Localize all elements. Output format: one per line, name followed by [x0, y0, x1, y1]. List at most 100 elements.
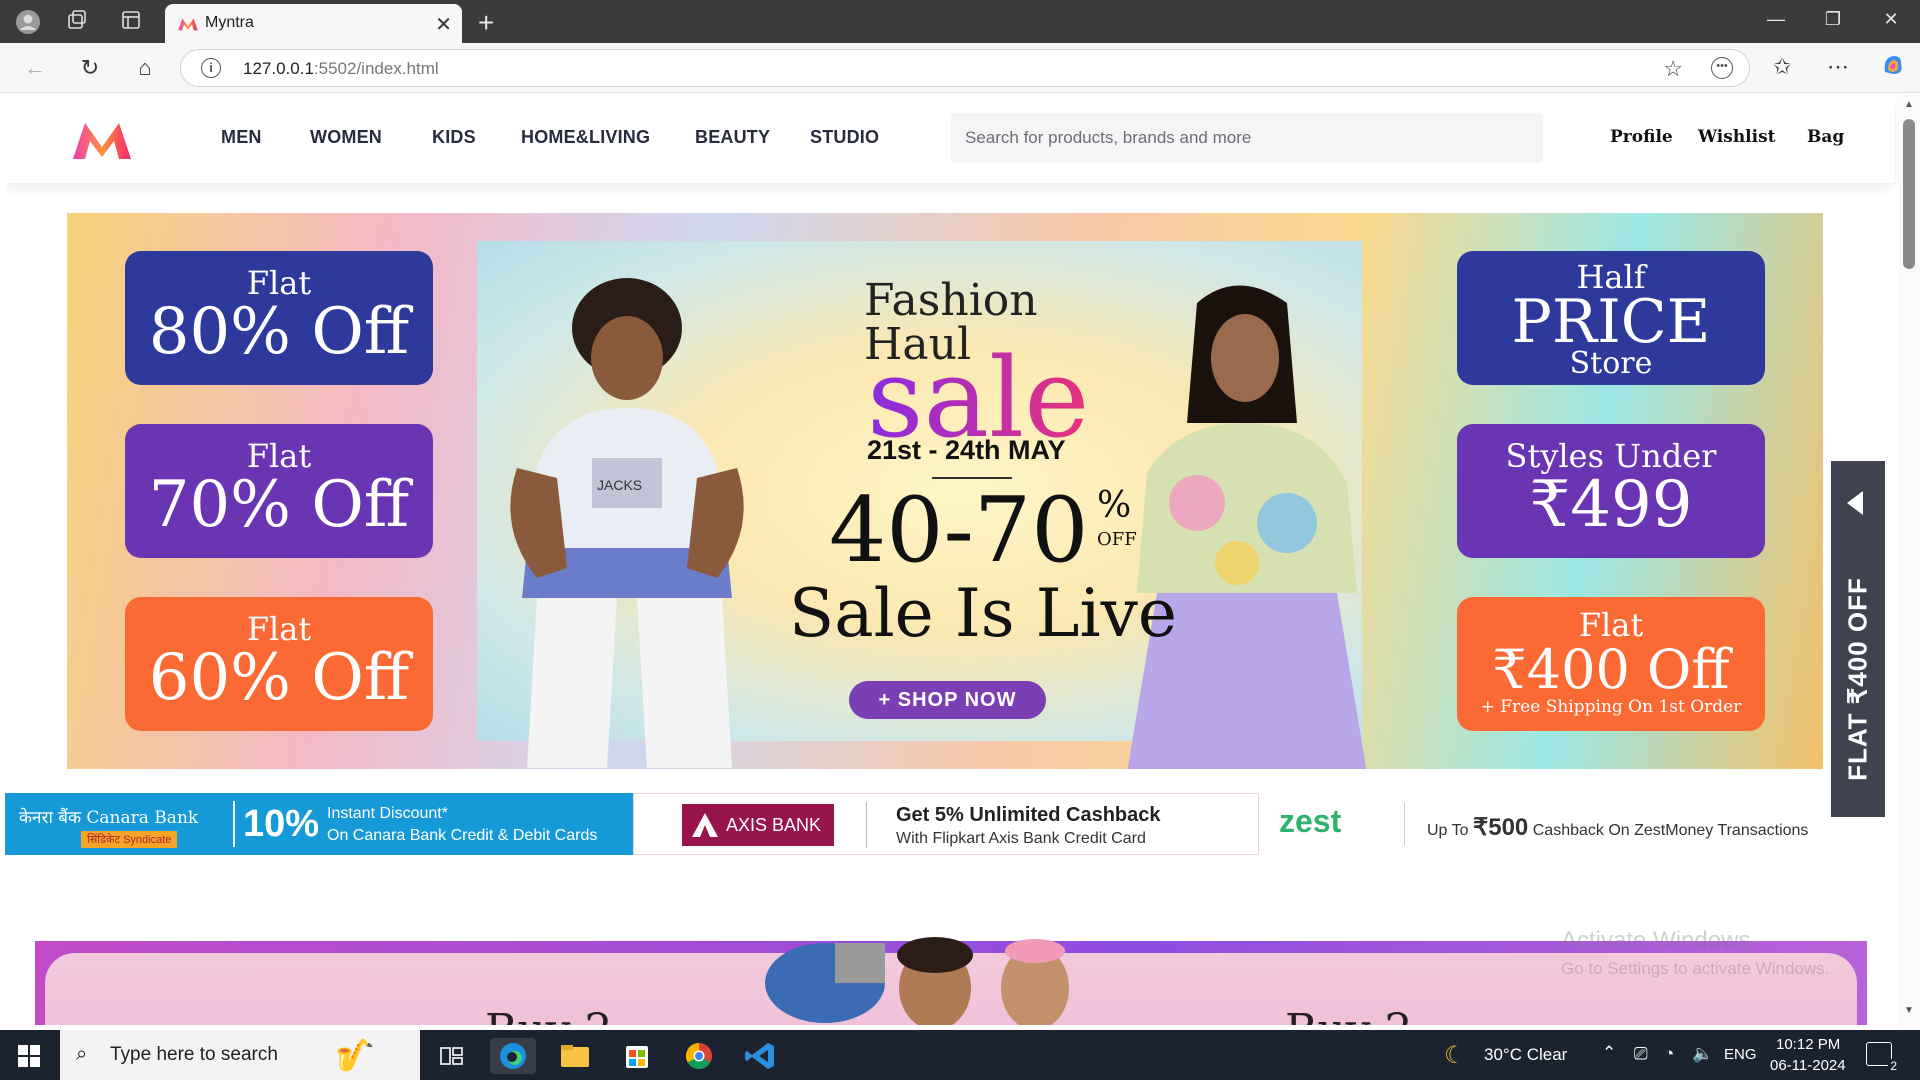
home-icon[interactable]: ⌂ [130, 54, 160, 82]
site-header: MEN WOMEN KIDS HOME&LIVING BEAUTY STUDIO… [5, 95, 1895, 183]
address-bar-row: ← ↻ ⌂ i 127.0.0.1:5502/index.html ☆ ••• … [0, 43, 1920, 93]
search-input[interactable] [951, 113, 1543, 163]
nav-kids[interactable]: KIDS [432, 127, 476, 148]
site-info-icon[interactable]: i [201, 58, 221, 78]
scroll-thumb[interactable] [1903, 119, 1915, 269]
back-icon[interactable]: ← [20, 54, 50, 82]
network-icon[interactable]: ◔ [1664, 1044, 1674, 1064]
profile-link[interactable]: Profile [1610, 127, 1673, 147]
offer-flat-400[interactable]: Flat ₹400 Off + Free Shipping On 1st Ord… [1457, 597, 1765, 731]
offer-flat-80[interactable]: Flat 80% Off [125, 251, 433, 385]
wishlist-link[interactable]: Wishlist [1698, 127, 1776, 147]
new-tab-icon[interactable]: + [478, 7, 494, 39]
fashion-line: Fashion [864, 275, 1038, 326]
canara-percent: 10% [243, 803, 320, 845]
male-model-image: JACKS [510, 278, 744, 768]
meet-icon[interactable]: ⎚ [1634, 1044, 1648, 1064]
url-host: 127.0.0.1 [243, 59, 314, 78]
shop-now-button[interactable]: + SHOP NOW [849, 681, 1046, 719]
weather-text[interactable]: 30°C Clear [1484, 1045, 1567, 1065]
reload-icon[interactable]: ↻ [75, 54, 105, 82]
discount-range: 40-70 [829, 478, 1089, 583]
settings-more-icon[interactable]: ⋯ [1827, 54, 1849, 80]
tshirt-print-text: JACKS [597, 477, 642, 493]
language-indicator[interactable]: ENG [1724, 1046, 1757, 1063]
hero-banner[interactable]: Flat 80% Off Flat 70% Off Flat 60% Off J… [67, 213, 1823, 769]
browser-essentials-icon[interactable]: ••• [1711, 57, 1733, 79]
axis-line2: With Flipkart Axis Bank Credit Card [896, 830, 1146, 847]
flat-400-off-side-tab[interactable]: FLAT ₹400 OFF [1831, 461, 1885, 817]
microsoft-store-icon[interactable] [614, 1038, 660, 1074]
page-scrollbar[interactable]: ▲ ▼ [1899, 95, 1920, 1025]
collapse-arrow-icon[interactable] [1847, 491, 1863, 515]
windows-start-icon[interactable] [18, 1045, 40, 1067]
offer-value: PRICE [1511, 287, 1711, 357]
minimize-icon[interactable]: — [1756, 9, 1796, 30]
scroll-up-icon[interactable]: ▲ [1904, 99, 1914, 110]
volume-icon[interactable]: 🔈 [1692, 1044, 1713, 1064]
notifications-icon[interactable]: 2 [1866, 1042, 1899, 1073]
offer-label: Flat [246, 610, 312, 648]
zest-money-offer[interactable]: zest Up To ₹500 Cashback On ZestMoney Tr… [1259, 793, 1894, 855]
favorites-icon[interactable]: ✩ [1773, 54, 1791, 80]
nav-studio[interactable]: STUDIO [810, 127, 879, 148]
tray-overflow-icon[interactable]: ⌃ [1602, 1043, 1616, 1063]
buy-2-text-right: Buy 2 [1285, 1005, 1413, 1025]
favorite-star-icon[interactable]: ☆ [1663, 56, 1683, 82]
offer-value: ₹499 [1529, 468, 1693, 542]
buy-2-text: Buy 2 [485, 1005, 613, 1025]
address-bar[interactable]: i 127.0.0.1:5502/index.html ☆ ••• [180, 49, 1750, 87]
offer-sub: + Free Shipping On 1st Order [1480, 697, 1742, 717]
chrome-icon[interactable] [676, 1038, 722, 1074]
tab-close-icon[interactable]: ✕ [435, 12, 452, 37]
tab-actions-icon[interactable] [118, 9, 144, 35]
nav-beauty[interactable]: BEAUTY [695, 127, 770, 148]
edge-taskbar-icon[interactable] [490, 1038, 536, 1074]
bag-link[interactable]: Bag [1807, 127, 1844, 147]
syndicate-label: सिंडिकेट Syndicate [81, 831, 178, 848]
zest-offer-text: Up To ₹500 Cashback On ZestMoney Transac… [1427, 813, 1808, 842]
file-explorer-icon[interactable] [552, 1038, 598, 1074]
restore-icon[interactable]: ❐ [1813, 9, 1853, 30]
workspaces-icon[interactable] [64, 9, 90, 35]
discount-suffix: % OFF [1097, 488, 1137, 557]
zest-rest: Cashback On ZestMoney Transactions [1532, 822, 1809, 839]
models-image [765, 937, 1069, 1025]
canara-bank-offer[interactable]: केनरा बैंक Canara Bank सिंडिकेट Syndicat… [5, 793, 633, 855]
offer-styles-under-499[interactable]: Styles Under ₹499 [1457, 424, 1765, 558]
offer-value: 80% Off [148, 295, 410, 369]
scroll-down-icon[interactable]: ▼ [1904, 1005, 1914, 1016]
sale-dates: 21st - 24th MAY [867, 435, 1066, 465]
offer-label: Styles Under [1505, 437, 1717, 475]
vscode-icon[interactable] [738, 1038, 784, 1074]
zest-divider [1404, 803, 1405, 845]
zest-amount: ₹500 [1472, 814, 1529, 841]
taskbar-search-box[interactable]: ⌕ Type here to search 🎷 [60, 1030, 420, 1080]
canara-divider [233, 801, 235, 847]
close-window-icon[interactable]: ✕ [1871, 9, 1911, 30]
nav-men[interactable]: MEN [221, 127, 262, 148]
canara-line2: On Canara Bank Credit & Debit Cards [327, 827, 598, 844]
activate-windows-title: Activate Windows [1561, 927, 1751, 954]
notification-count: 2 [1888, 1059, 1899, 1073]
url-path: :5502/index.html [313, 59, 439, 78]
weather-icon[interactable]: ☾ [1444, 1041, 1466, 1070]
nav-home-living[interactable]: HOME&LIVING [521, 127, 650, 148]
task-view-icon[interactable] [428, 1038, 474, 1074]
offer-flat-70[interactable]: Flat 70% Off [125, 424, 433, 558]
myntra-logo[interactable] [69, 117, 135, 163]
url-text[interactable]: 127.0.0.1:5502/index.html [243, 59, 439, 79]
axis-bank-offer[interactable]: AXIS BANK Get 5% Unlimited Cashback With… [633, 793, 1259, 855]
copilot-icon[interactable] [1880, 52, 1906, 84]
offer-flat-60[interactable]: Flat 60% Off [125, 597, 433, 731]
offer-half-price[interactable]: Half PRICE Store [1457, 251, 1765, 385]
nav-women[interactable]: WOMEN [310, 127, 382, 148]
off-label: OFF [1097, 529, 1137, 550]
clock-date[interactable]: 06-11-2024 [1770, 1057, 1846, 1074]
canara-bank-name: केनरा बैंक Canara Bank [19, 808, 199, 828]
clock-time[interactable]: 10:12 PM [1776, 1036, 1840, 1053]
profile-icon[interactable] [15, 9, 41, 35]
browser-tab-myntra[interactable]: Myntra ✕ [165, 4, 462, 43]
taskbar-search-text: Type here to search [110, 1044, 278, 1065]
windows-taskbar: ⌕ Type here to search 🎷 ☾ 30°C Clear ⌃ ⎚… [0, 1030, 1920, 1080]
